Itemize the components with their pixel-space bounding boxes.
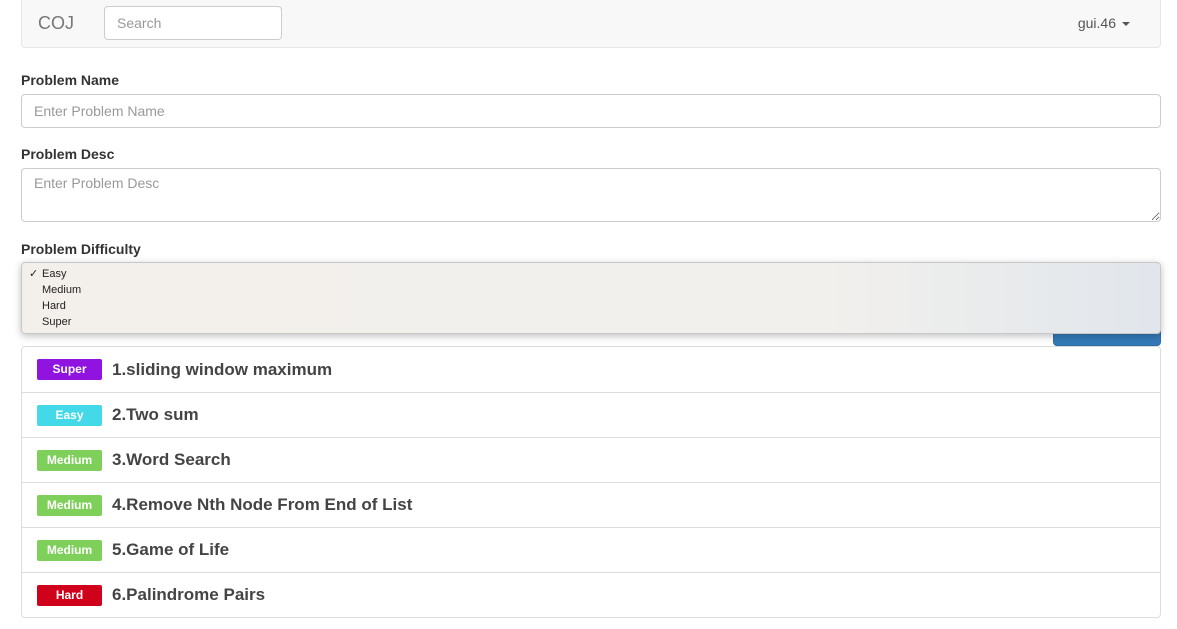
checkmark-icon: ✓ — [29, 268, 39, 280]
problem-title[interactable]: 1.sliding window maximum — [112, 360, 332, 380]
problem-title[interactable]: 3.Word Search — [112, 450, 231, 470]
problem-row[interactable]: Medium 5.Game of Life — [22, 527, 1160, 572]
problem-desc-label: Problem Desc — [21, 146, 115, 162]
problem-name-label: Problem Name — [21, 72, 120, 88]
difficulty-badge: Medium — [37, 494, 102, 516]
problem-title[interactable]: 5.Game of Life — [112, 540, 229, 560]
option-hard[interactable]: Hard — [22, 298, 1160, 314]
difficulty-badge: Easy — [37, 404, 102, 426]
option-medium[interactable]: Medium — [22, 282, 1160, 298]
difficulty-badge: Super — [37, 359, 102, 380]
problem-row[interactable]: Medium 3.Word Search — [22, 437, 1160, 482]
difficulty-badge: Hard — [37, 584, 102, 606]
navbar: COJ gui.46 — [21, 0, 1161, 48]
option-label: Easy — [42, 268, 67, 280]
problem-row[interactable]: Hard 6.Palindrome Pairs — [22, 572, 1160, 617]
problem-list: Super 1.sliding window maximum Easy 2.Two … — [21, 346, 1161, 618]
problem-desc-input[interactable] — [21, 168, 1161, 222]
problem-name-input[interactable] — [21, 94, 1161, 128]
problem-row[interactable]: Easy 2.Two sum — [22, 392, 1160, 437]
difficulty-badge: Medium — [37, 449, 102, 471]
problem-difficulty-label: Problem Difficulty — [21, 241, 141, 257]
caret-down-icon — [1122, 22, 1130, 27]
brand-link[interactable]: COJ — [38, 13, 74, 34]
difficulty-badge: Medium — [37, 539, 102, 561]
difficulty-dropdown[interactable]: ✓ Easy Medium Hard Super — [21, 262, 1161, 334]
problem-row[interactable]: Medium 4.Remove Nth Node From End of List — [22, 482, 1160, 527]
problem-title[interactable]: 4.Remove Nth Node From End of List — [112, 495, 412, 515]
option-super[interactable]: Super — [22, 314, 1160, 330]
option-easy[interactable]: ✓ Easy — [22, 266, 1160, 282]
user-menu[interactable]: gui.46 — [1078, 15, 1130, 31]
username: gui.46 — [1077, 15, 1116, 31]
search-input[interactable] — [104, 6, 282, 40]
problem-title[interactable]: 2.Two sum — [112, 405, 199, 425]
problem-row[interactable]: Super 1.sliding window maximum — [22, 347, 1160, 392]
problem-title[interactable]: 6.Palindrome Pairs — [112, 585, 265, 605]
